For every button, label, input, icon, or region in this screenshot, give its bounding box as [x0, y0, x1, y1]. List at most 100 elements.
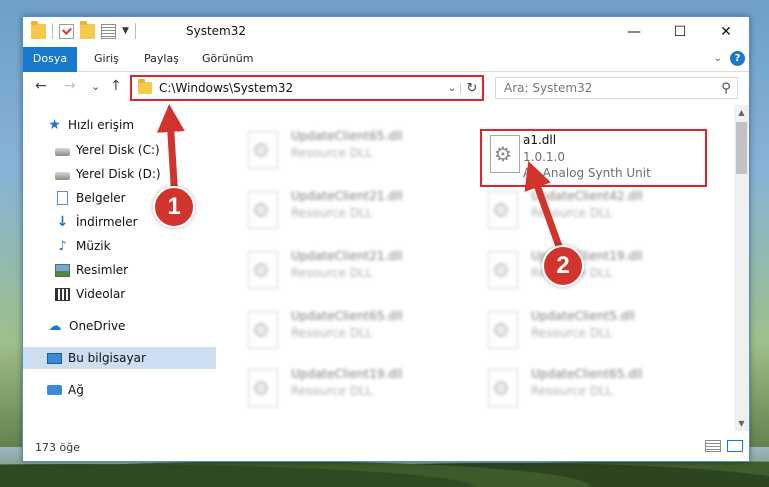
window-title: System32	[186, 24, 247, 38]
documents-icon	[57, 191, 68, 205]
file-item[interactable]: UpdateClient19.dll Resource DLL	[238, 363, 466, 419]
file-type: Resource DLL	[291, 146, 373, 160]
address-path[interactable]: C:\Windows\System32	[159, 81, 444, 95]
pictures-icon	[55, 263, 70, 277]
tab-share[interactable]: Paylaş	[144, 47, 179, 71]
properties-check-icon[interactable]	[59, 23, 74, 39]
vertical-scrollbar[interactable]: ▲ ▼	[734, 105, 749, 431]
file-name: UpdateClient19.dll	[291, 367, 403, 381]
search-icon[interactable]: ⚲	[715, 81, 737, 96]
dll-file-icon	[488, 369, 518, 407]
file-item[interactable]: UpdateClient5.dll Resource DLL	[478, 305, 706, 361]
navigation-pane: ★ Hızlı erişim Yerel Disk (C:) 📌 Yerel D…	[23, 105, 244, 431]
file-type: Resource DLL	[531, 326, 613, 340]
window-controls: — ☐ ✕	[611, 17, 749, 47]
address-bar[interactable]: C:\Windows\System32 ⌄ ↻	[130, 75, 484, 101]
sidebar-item-videos[interactable]: Videolar 📌	[23, 283, 248, 305]
file-name: UpdateClient42.dll	[531, 189, 643, 203]
dll-file-icon	[248, 369, 278, 407]
quick-access-toolbar: ▼	[31, 20, 136, 39]
sidebar-item-label: İndirmeler	[76, 215, 138, 229]
network-icon	[47, 385, 62, 395]
sidebar-item-label: Müzik	[76, 239, 111, 253]
large-icons-view-icon[interactable]	[727, 440, 743, 452]
sidebar-item-label: Bu bilgisayar	[68, 351, 146, 365]
up-button[interactable]: ↑	[110, 78, 122, 94]
refresh-icon[interactable]: ↻	[462, 81, 482, 96]
sidebar-item-music[interactable]: ♪ Müzik 📌	[23, 235, 248, 257]
file-item[interactable]: UpdateClient21.dll Resource DLL	[238, 185, 466, 241]
sidebar-item-quick-access[interactable]: ★ Hızlı erişim	[23, 114, 240, 136]
file-type: Resource DLL	[291, 266, 373, 280]
help-icon[interactable]: ?	[730, 51, 745, 66]
file-item[interactable]: UpdateClient21.dll Resource DLL	[238, 245, 466, 301]
scroll-up-arrow-icon[interactable]: ▲	[734, 105, 749, 120]
toolbar-divider	[134, 23, 136, 39]
sidebar-item-local-disk-d[interactable]: Yerel Disk (D:) 📌	[23, 163, 248, 185]
details-view-icon[interactable]	[705, 440, 721, 452]
file-name: UpdateClient21.dll	[291, 189, 403, 203]
toolbar-divider	[52, 23, 53, 39]
recent-locations-button[interactable]: ⌄	[91, 80, 100, 93]
sidebar-item-documents[interactable]: Belgeler 📌	[23, 187, 248, 209]
forward-button[interactable]: →	[64, 78, 76, 94]
music-note-icon: ♪	[58, 238, 67, 254]
sidebar-item-label: OneDrive	[69, 319, 126, 333]
tab-view[interactable]: Görünüm	[202, 47, 253, 71]
minimize-button[interactable]: —	[611, 17, 657, 47]
file-item[interactable]: UpdateClient19.dll Resource DLL	[478, 245, 706, 301]
maximize-button[interactable]: ☐	[657, 17, 703, 47]
scroll-down-arrow-icon[interactable]: ▼	[734, 416, 749, 431]
cloud-icon: ☁	[48, 318, 62, 334]
file-item[interactable]: UpdateClient42.dll Resource DLL	[478, 185, 706, 241]
ribbon-right-controls: ⌄ ?	[714, 51, 745, 66]
file-type: Resource DLL	[291, 384, 373, 398]
tab-home[interactable]: Giriş	[94, 47, 119, 71]
status-bar: 173 öğe	[23, 431, 749, 461]
customize-toolbar-dropdown-icon[interactable]: ▼	[122, 26, 129, 36]
sidebar-item-local-disk-c[interactable]: Yerel Disk (C:) 📌	[23, 139, 248, 161]
sidebar-item-label: Ağ	[68, 383, 84, 397]
back-button[interactable]: ←	[35, 78, 47, 94]
star-icon: ★	[48, 117, 61, 133]
sidebar-item-label: Videolar	[76, 287, 126, 301]
sidebar-item-label: Yerel Disk (C:)	[76, 143, 160, 157]
sidebar-item-downloads[interactable]: ↓ İndirmeler 📌	[23, 211, 248, 233]
file-type: Resource DLL	[531, 206, 613, 220]
file-explorer-window: ▼ System32 — ☐ ✕ Dosya Giriş Paylaş Görü…	[22, 16, 750, 462]
file-name: UpdateClient65.dll	[291, 309, 403, 323]
callout-badge-2: 2	[542, 245, 584, 287]
file-item[interactable]: UpdateClient65.dll Resource DLL	[238, 125, 466, 181]
file-name: UpdateClient5.dll	[531, 309, 635, 323]
dll-file-icon	[248, 251, 278, 289]
title-bar: ▼ System32 — ☐ ✕	[23, 17, 749, 47]
file-list: UpdateClient65.dll Resource DLL a1.dll 1…	[216, 105, 734, 431]
download-arrow-icon: ↓	[56, 214, 69, 230]
file-item[interactable]: UpdateClient65.dll Resource DLL	[238, 305, 466, 361]
file-type: Resource DLL	[291, 326, 373, 340]
view-properties-icon[interactable]	[101, 23, 116, 39]
file-name: UpdateClient21.dll	[291, 249, 403, 263]
item-count: 173 öğe	[35, 441, 80, 454]
drive-icon	[55, 172, 70, 180]
new-folder-icon[interactable]	[80, 20, 95, 39]
sidebar-item-onedrive[interactable]: ☁ OneDrive	[23, 315, 240, 337]
folder-icon	[31, 20, 46, 39]
sidebar-item-pictures[interactable]: Resimler 📌	[23, 259, 248, 281]
scrollbar-thumb[interactable]	[736, 122, 747, 174]
sidebar-item-network[interactable]: Ağ	[23, 379, 240, 401]
file-type: Resource DLL	[291, 206, 373, 220]
search-box[interactable]: Ara: System32 ⚲	[495, 77, 738, 99]
close-button[interactable]: ✕	[703, 17, 749, 47]
sidebar-item-label: Hızlı erişim	[68, 118, 135, 132]
file-name: UpdateClient65.dll	[291, 129, 403, 143]
sidebar-item-this-pc[interactable]: Bu bilgisayar	[23, 347, 240, 369]
file-item[interactable]: UpdateClient65.dll Resource DLL	[478, 363, 706, 419]
navigation-bar: ← → ⌄ ↑ C:\Windows\System32 ⌄ ↻ Ara: Sys…	[23, 72, 749, 104]
address-history-dropdown-icon[interactable]: ⌄	[444, 82, 461, 94]
folder-icon	[138, 79, 152, 94]
sidebar-item-label: Yerel Disk (D:)	[76, 167, 161, 181]
expand-ribbon-chevron-icon[interactable]: ⌄	[714, 53, 722, 64]
search-input[interactable]: Ara: System32	[504, 81, 715, 95]
file-name: UpdateClient65.dll	[531, 367, 643, 381]
